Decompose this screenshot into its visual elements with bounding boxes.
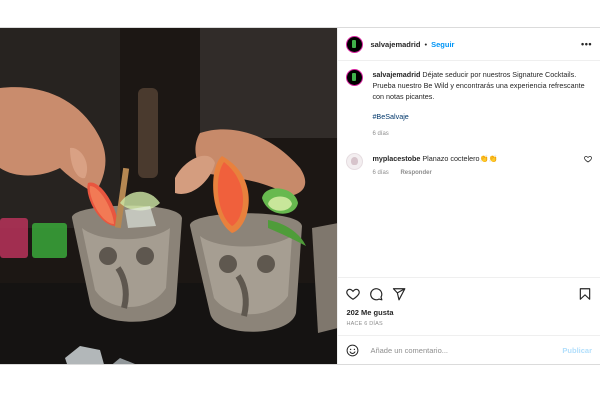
- caption-row: salvajemadrid Déjate seducir por nuestro…: [346, 69, 592, 140]
- cocktail-photo-illustration: [0, 28, 338, 364]
- caption-username[interactable]: salvajemadrid: [372, 70, 420, 79]
- post-photo[interactable]: [0, 28, 338, 364]
- comment-text: Planazo coctelero👏👏: [422, 154, 498, 163]
- share-paper-plane-icon[interactable]: [392, 287, 406, 301]
- author-username[interactable]: salvajemadrid: [370, 40, 420, 49]
- comment-reply-button[interactable]: Responder: [400, 170, 431, 176]
- likes-count[interactable]: 202 Me gusta: [346, 308, 592, 317]
- comment-input[interactable]: [368, 344, 563, 356]
- post-side-panel: salvajemadrid • Seguir ••• salvajemadrid…: [337, 28, 600, 364]
- caption-block: salvajemadrid Déjate seducir por nuestro…: [372, 69, 592, 140]
- save-bookmark-icon[interactable]: [578, 287, 592, 301]
- follow-button[interactable]: Seguir: [431, 40, 454, 49]
- post-actions: 202 Me gusta HACE 6 DÍAS: [338, 277, 600, 335]
- action-icons: [346, 286, 592, 302]
- post-timestamp[interactable]: HACE 6 DÍAS: [346, 321, 592, 327]
- header-separator: •: [424, 39, 428, 49]
- comment-like-heart-icon[interactable]: [584, 155, 592, 163]
- comments-list[interactable]: salvajemadrid Déjate seducir por nuestro…: [338, 61, 600, 277]
- author-avatar[interactable]: [346, 35, 364, 53]
- comment-age[interactable]: 6 días: [372, 170, 388, 176]
- comment-bubble-icon[interactable]: [369, 287, 383, 301]
- caption-hashtag[interactable]: #BeSalvaje: [372, 111, 592, 122]
- like-heart-icon[interactable]: [346, 287, 361, 301]
- emoji-icon[interactable]: [346, 344, 359, 357]
- commenter-avatar[interactable]: [346, 153, 364, 170]
- caption-avatar[interactable]: [346, 69, 364, 86]
- comment-body: myplacestobe Planazo coctelero👏👏 6 días …: [372, 153, 497, 179]
- more-options-button[interactable]: •••: [581, 39, 592, 49]
- caption-age[interactable]: 6 días: [372, 129, 592, 140]
- comment-username[interactable]: myplacestobe: [372, 154, 420, 163]
- comment-meta: 6 días Responder: [372, 168, 497, 179]
- post-header: salvajemadrid • Seguir •••: [338, 28, 600, 61]
- instagram-post-modal: salvajemadrid • Seguir ••• salvajemadrid…: [0, 27, 600, 365]
- comment-row: myplacestobe Planazo coctelero👏👏 6 días …: [346, 153, 592, 179]
- publish-button[interactable]: Publicar: [562, 346, 592, 355]
- comment-composer: Publicar: [338, 335, 600, 364]
